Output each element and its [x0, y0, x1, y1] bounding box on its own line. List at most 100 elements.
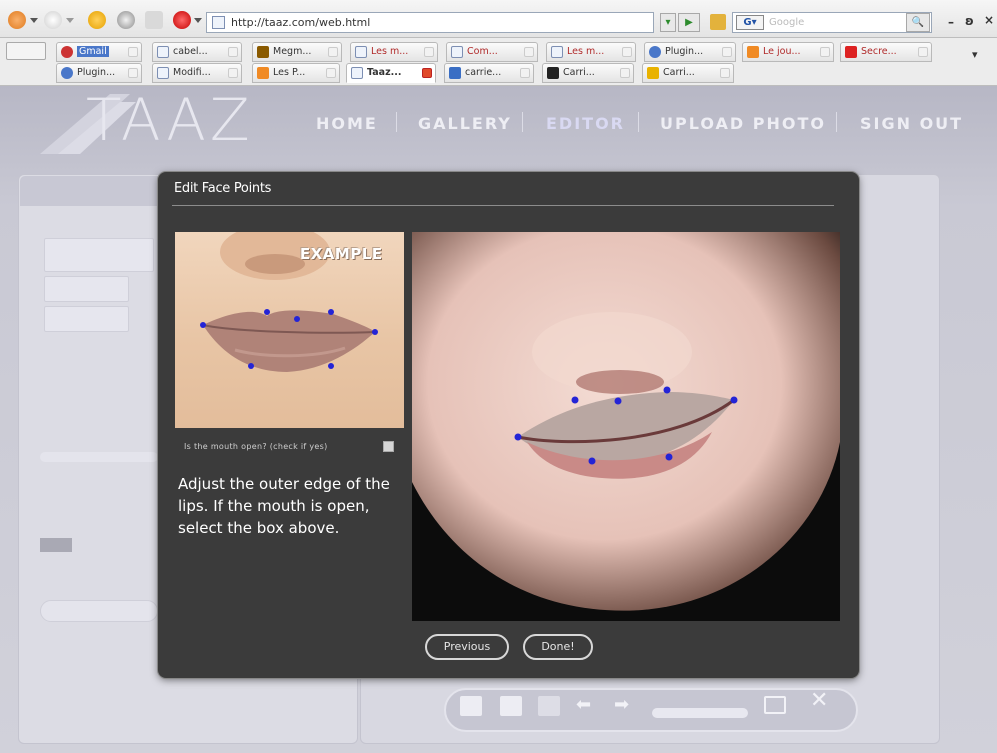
fit-icon[interactable]: [764, 696, 786, 714]
home-icon[interactable]: [145, 11, 163, 29]
dialog-divider: [172, 205, 834, 206]
nav-upload-photo[interactable]: UPLOAD PHOTO: [660, 114, 826, 133]
zoom-slider[interactable]: [652, 708, 748, 718]
example-point: [294, 316, 300, 322]
carri-icon: [547, 67, 559, 79]
gmail-icon: [61, 46, 73, 58]
tab-taaz[interactable]: Taaz...: [346, 63, 436, 83]
close-icon[interactable]: ×: [984, 13, 994, 27]
blogger-icon: [257, 67, 269, 79]
close-tab-icon[interactable]: [326, 68, 336, 78]
tab-les-m-2[interactable]: Les m...: [546, 42, 636, 62]
tab-plugin-1[interactable]: Plugin...: [644, 42, 736, 62]
close-tab-icon[interactable]: [424, 47, 434, 57]
close-tab-icon[interactable]: [622, 47, 632, 57]
address-bar[interactable]: http://taaz.com/web.html: [206, 12, 654, 33]
reset-icon[interactable]: ✕: [810, 690, 828, 712]
face-point[interactable]: [730, 396, 738, 404]
face-point[interactable]: [514, 433, 522, 441]
page-icon: [157, 67, 169, 79]
redo-icon[interactable]: ➡: [614, 696, 629, 714]
face-photo: [412, 232, 840, 611]
close-tab-icon[interactable]: [422, 68, 432, 78]
search-engine-button[interactable]: G▾: [736, 15, 764, 30]
tab-le-jou[interactable]: Le jou...: [742, 42, 834, 62]
example-point: [328, 363, 334, 369]
close-tab-icon[interactable]: [128, 47, 138, 57]
tab-les-m-1[interactable]: Les m...: [350, 42, 438, 62]
instructions-text: Adjust the outer edge of the lips. If th…: [178, 475, 390, 537]
nav-separator: [638, 112, 639, 132]
close-tab-icon[interactable]: [820, 47, 830, 57]
restore-icon[interactable]: ʚ: [965, 14, 974, 28]
close-tab-icon[interactable]: [228, 68, 238, 78]
close-tab-icon[interactable]: [328, 47, 338, 57]
site-logo[interactable]: TAAZ: [86, 86, 254, 154]
face-point[interactable]: [665, 453, 673, 461]
go-button[interactable]: ▶: [678, 13, 700, 32]
back-dropdown-icon[interactable]: [30, 18, 38, 23]
dialog-title: Edit Face Points: [174, 181, 272, 196]
page-icon: [212, 16, 225, 29]
tool-icon[interactable]: [538, 696, 560, 716]
mouth-open-checkbox[interactable]: [383, 441, 394, 452]
search-placeholder: Google: [769, 17, 805, 28]
plugin-icon: [649, 46, 661, 58]
close-tab-icon[interactable]: [722, 47, 732, 57]
tab-com[interactable]: Com...: [446, 42, 538, 62]
tab-secre[interactable]: Secre...: [840, 42, 932, 62]
search-input[interactable]: G▾ Google: [732, 12, 932, 33]
minimize-icon[interactable]: –: [948, 15, 954, 29]
nav-editor[interactable]: EDITOR: [546, 114, 625, 133]
face-point[interactable]: [614, 397, 622, 405]
close-tab-icon[interactable]: [228, 47, 238, 57]
url-dropdown-button[interactable]: ▾: [660, 13, 676, 32]
bookmarks-icon[interactable]: [710, 14, 726, 30]
face-point[interactable]: [663, 386, 671, 394]
close-tab-icon[interactable]: [918, 47, 928, 57]
tab-cabel[interactable]: cabel...: [152, 42, 242, 62]
page-icon: [351, 67, 363, 79]
search-button[interactable]: 🔍: [906, 13, 930, 32]
tool-icon[interactable]: [460, 696, 482, 716]
back-icon[interactable]: [8, 11, 26, 29]
tab-list-icon[interactable]: ▾: [972, 48, 978, 61]
close-tab-icon[interactable]: [128, 68, 138, 78]
browser-toolbar: http://taaz.com/web.html ▾ ▶ G▾ Google 🔍…: [0, 0, 997, 38]
ghost-slider: [40, 452, 158, 462]
previous-button[interactable]: Previous: [425, 634, 509, 660]
new-tab-button[interactable]: [6, 42, 46, 60]
tab-carri-2[interactable]: Carri...: [642, 63, 734, 83]
tab-plugin-2[interactable]: Plugin...: [56, 63, 142, 83]
forward-dropdown-icon[interactable]: [66, 18, 74, 23]
ghost-control: [44, 238, 154, 272]
close-tab-icon[interactable]: [620, 68, 630, 78]
block-icon[interactable]: [173, 11, 191, 29]
nav-sign-out[interactable]: SIGN OUT: [860, 114, 963, 133]
close-tab-icon[interactable]: [520, 68, 530, 78]
example-point: [264, 309, 270, 315]
tool-icon[interactable]: [500, 696, 522, 716]
tab-carri-1[interactable]: Carri...: [542, 63, 634, 83]
done-button[interactable]: Done!: [523, 634, 593, 660]
close-tab-icon[interactable]: [524, 47, 534, 57]
page-icon: [451, 46, 463, 58]
stop-icon[interactable]: [117, 11, 135, 29]
tab-megm[interactable]: Megm...: [252, 42, 342, 62]
forward-icon[interactable]: [44, 11, 62, 29]
tab-gmail[interactable]: Gmail: [56, 42, 142, 62]
tab-modifi[interactable]: Modifi...: [152, 63, 242, 83]
nav-gallery[interactable]: GALLERY: [418, 114, 512, 133]
block-dropdown-icon[interactable]: [194, 18, 202, 23]
face-point[interactable]: [571, 396, 579, 404]
face-point[interactable]: [588, 457, 596, 465]
nav-home[interactable]: HOME: [316, 114, 378, 133]
page-icon: [355, 46, 367, 58]
face-photo-canvas[interactable]: [412, 232, 840, 621]
undo-icon[interactable]: ⬅: [576, 696, 591, 714]
close-tab-icon[interactable]: [720, 68, 730, 78]
tab-carrie[interactable]: carrie...: [444, 63, 534, 83]
secre-icon: [845, 46, 857, 58]
tab-les-p[interactable]: Les P...: [252, 63, 340, 83]
reload-icon[interactable]: [88, 11, 106, 29]
